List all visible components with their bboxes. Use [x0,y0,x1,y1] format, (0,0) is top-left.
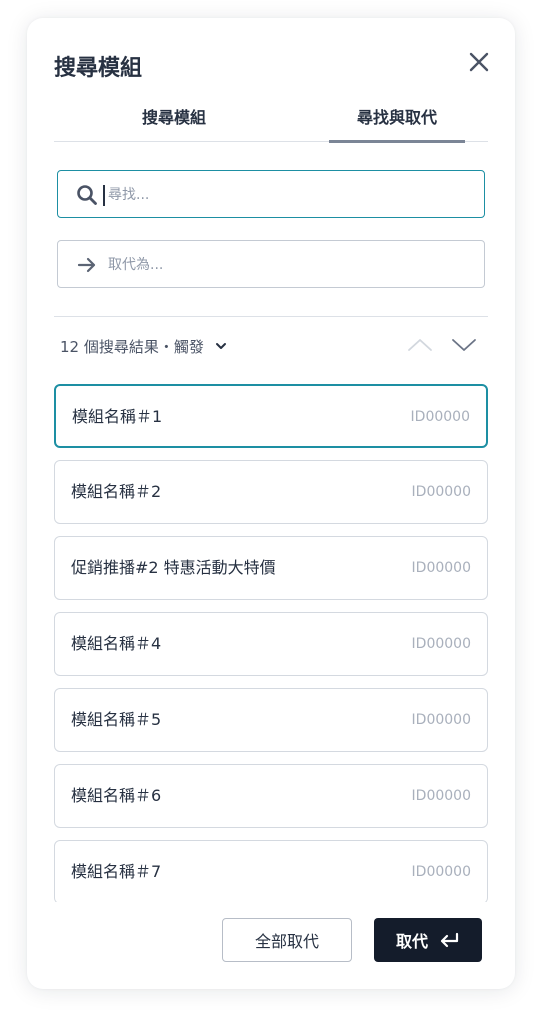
result-item-name: 模組名稱＃5 [71,710,162,729]
results-filter-dropdown[interactable]: 12 個搜尋結果・觸發 [60,334,228,358]
result-item[interactable]: 模組名稱＃6 ID00000 [54,764,488,828]
enter-icon [440,932,459,948]
next-result-button[interactable] [449,330,479,360]
chevron-down-icon [452,339,476,351]
result-item[interactable]: 模組名稱＃2 ID00000 [54,460,488,524]
replace-all-button[interactable]: 全部取代 [222,918,352,962]
result-item-id: ID00000 [410,409,470,425]
result-item-id: ID00000 [411,484,471,500]
result-item-name: 模組名稱＃6 [71,786,162,805]
result-item[interactable]: 促銷推播#2 特惠活動大特價 ID00000 [54,536,488,600]
search-placeholder: 尋找... [108,187,150,203]
close-icon [469,52,489,72]
close-button[interactable] [467,50,491,74]
result-item-name: 促銷推播#2 特惠活動大特價 [71,558,276,577]
divider [54,316,488,317]
result-item[interactable]: 模組名稱＃5 ID00000 [54,688,488,752]
replace-label: 取代 [395,932,428,951]
replace-placeholder: 取代為... [108,257,164,273]
chevron-down-icon [215,343,226,349]
arrow-right-icon [77,257,96,273]
search-input[interactable]: 尋找... [57,170,485,218]
result-item[interactable]: 模組名稱＃4 ID00000 [54,612,488,676]
replace-button[interactable]: 取代 [374,918,482,962]
tab-find-replace[interactable]: 尋找與取代 [329,104,465,143]
result-list: 模組名稱＃1 ID00000 模組名稱＃2 ID00000 促銷推播#2 特惠活… [54,384,488,902]
result-item-id: ID00000 [411,864,471,880]
tab-search-modules[interactable]: 搜尋模組 [119,104,229,142]
result-item-id: ID00000 [411,636,471,652]
replace-input[interactable]: 取代為... [57,240,485,288]
search-icon [77,185,97,205]
result-item-name: 模組名稱＃7 [71,862,162,881]
result-item-id: ID00000 [411,788,471,804]
result-item-name: 模組名稱＃4 [71,634,162,653]
search-modules-dialog: 搜尋模組 搜尋模組 尋找與取代 尋找... 取代為... 12 個搜尋結果・觸發 [27,18,515,989]
result-item[interactable]: 模組名稱＃7 ID00000 [54,840,488,902]
tab-bar: 搜尋模組 尋找與取代 [54,104,488,143]
dialog-title: 搜尋模組 [54,56,143,81]
chevron-up-icon [408,339,432,351]
result-item-name: 模組名稱＃1 [72,407,163,426]
replace-all-label: 全部取代 [254,932,319,951]
result-item-id: ID00000 [411,560,471,576]
result-item-name: 模組名稱＃2 [71,482,162,501]
result-item[interactable]: 模組名稱＃1 ID00000 [54,384,488,448]
result-item-id: ID00000 [411,712,471,728]
results-summary: 12 個搜尋結果・觸發 [60,337,204,356]
previous-result-button[interactable] [405,330,435,360]
text-cursor [103,185,105,206]
